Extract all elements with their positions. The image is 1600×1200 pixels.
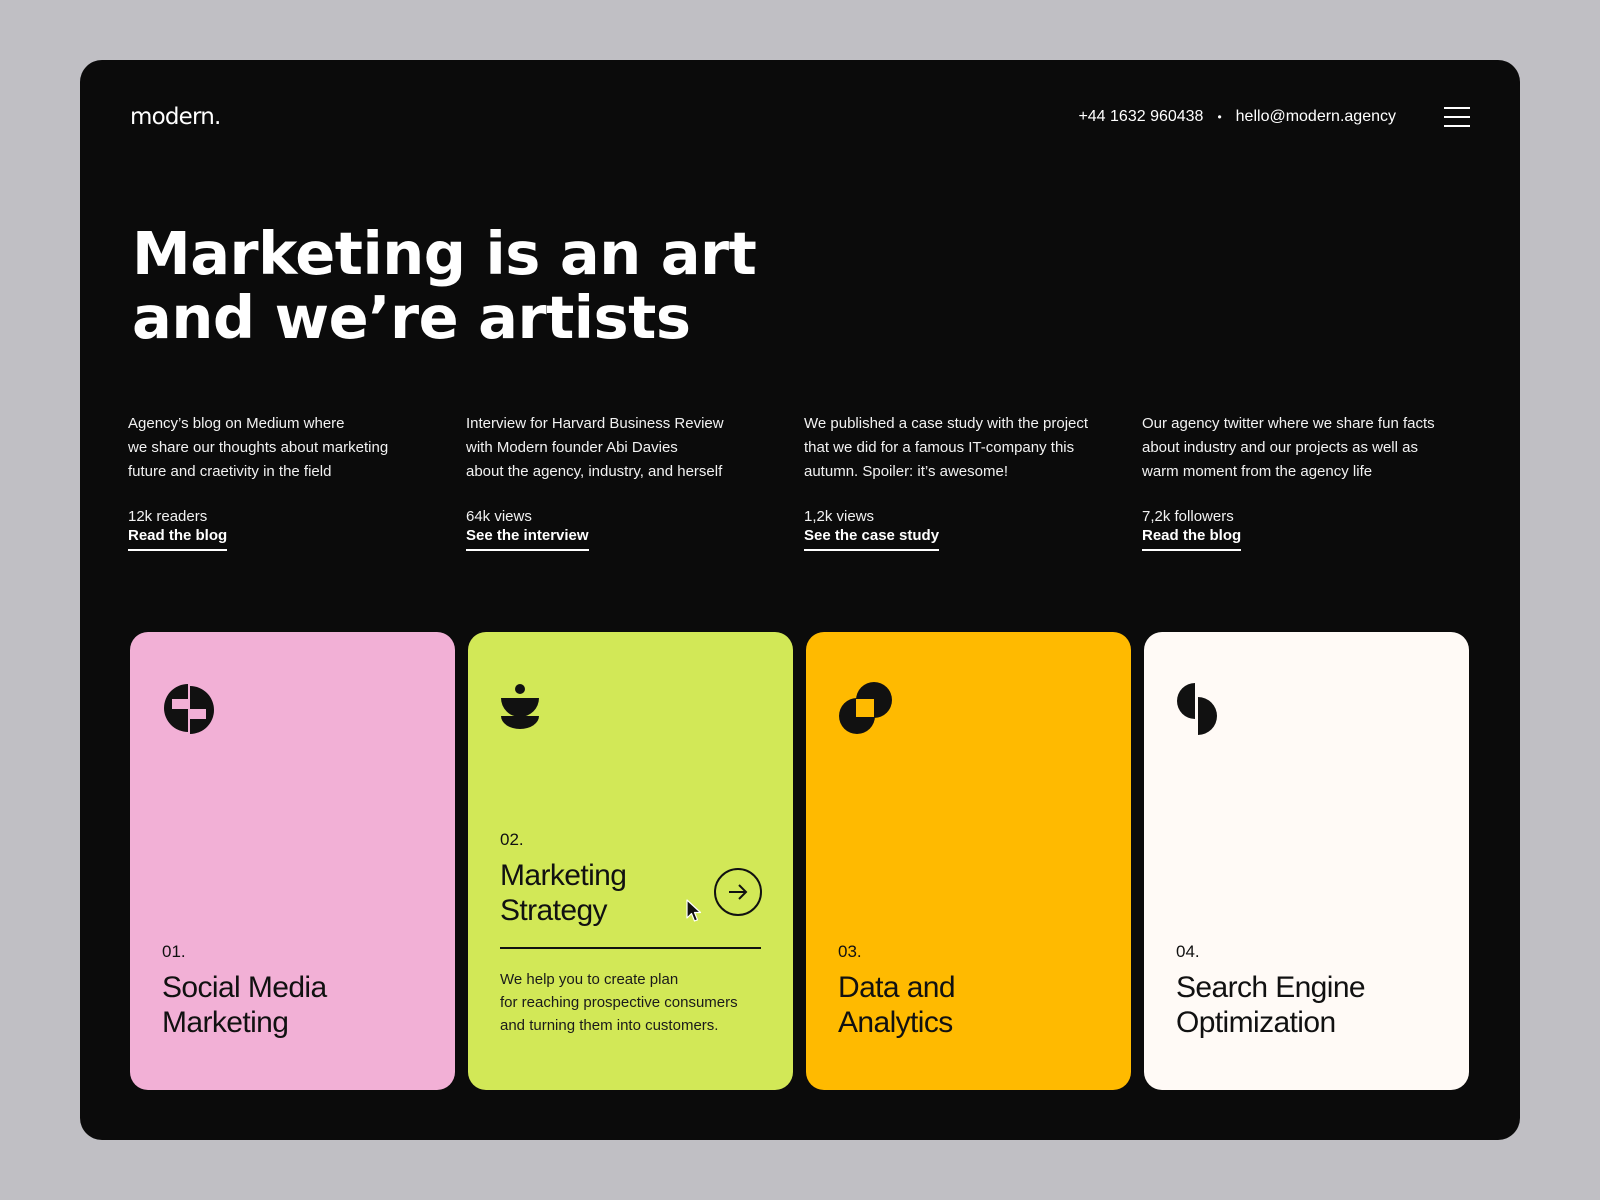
media-stat: 64k views — [466, 508, 532, 525]
service-number: 02. — [500, 830, 524, 849]
see-the-interview-link[interactable]: See the interview — [466, 527, 589, 551]
media-item-medium-blog: Agency’s blog on Medium where we share o… — [128, 412, 448, 551]
service-card-social-media[interactable]: 01. Social Media Marketing — [130, 632, 455, 1090]
service-description: We help you to create plan for reaching … — [500, 968, 738, 1037]
page-frame: modern. +44 1632 960438 • hello@modern.a… — [80, 60, 1520, 1140]
media-description: We published a case study with the proje… — [804, 412, 1124, 484]
service-card-seo[interactable]: 04. Search Engine Optimization — [1144, 632, 1469, 1090]
media-description-line: autumn. Spoiler: it’s awesome! — [804, 463, 1008, 480]
hamburger-menu-icon[interactable] — [1444, 107, 1470, 129]
logo[interactable]: modern. — [130, 104, 221, 130]
media-description-line: Agency’s blog on Medium where — [128, 415, 345, 432]
media-description: Our agency twitter where we share fun fa… — [1142, 412, 1462, 484]
media-item-twitter: Our agency twitter where we share fun fa… — [1142, 412, 1462, 551]
contact-separator: • — [1217, 110, 1222, 124]
service-card-marketing-strategy[interactable]: 02. Marketing Strategy We help you to cr… — [468, 632, 793, 1090]
media-description-line: Interview for Harvard Business Review — [466, 415, 724, 432]
service-number: 01. — [162, 942, 186, 961]
split-circle-icon — [1177, 683, 1217, 735]
service-title: Social Media Marketing — [162, 970, 327, 1040]
media-description-line: we share our thoughts about marketing — [128, 439, 389, 456]
service-title-line: Analytics — [838, 1006, 953, 1039]
media-description-line: that we did for a famous IT-company this — [804, 439, 1075, 456]
media-description-line: We published a case study with the proje… — [804, 415, 1089, 432]
media-description-line: warm moment from the agency life — [1142, 463, 1373, 480]
headline-line-1: Marketing is an art — [132, 219, 757, 288]
service-description-line: We help you to create plan — [500, 971, 679, 988]
service-title-line: Search Engine — [1176, 971, 1366, 1004]
media-description-line: about the agency, industry, and herself — [466, 463, 723, 480]
media-description-line: Our agency twitter where we share fun fa… — [1142, 415, 1435, 432]
service-title-line: Data and — [838, 971, 956, 1004]
page-headline: Marketing is an art and we’re artists — [132, 219, 757, 352]
service-title: Search Engine Optimization — [1176, 970, 1366, 1040]
media-stat: 12k readers — [128, 508, 208, 525]
service-number: 04. — [1176, 942, 1200, 961]
media-stat: 7,2k followers — [1142, 508, 1234, 525]
pinwheel-icon — [164, 684, 214, 734]
stacked-bowls-icon — [501, 684, 539, 729]
service-title-line: Social Media — [162, 971, 327, 1004]
service-description-line: and turning them into customers. — [500, 1017, 719, 1034]
media-description: Agency’s blog on Medium where we share o… — [128, 412, 448, 484]
mouse-pointer-icon — [686, 899, 702, 922]
headline-line-2: and we’re artists — [132, 283, 691, 352]
service-title-line: Optimization — [1176, 1006, 1336, 1039]
service-title-line: Strategy — [500, 894, 608, 927]
read-the-blog-link[interactable]: Read the blog — [1142, 527, 1242, 551]
media-stat: 1,2k views — [804, 508, 875, 525]
overlapping-circles-icon — [839, 682, 892, 734]
media-description-line: about industry and our projects as well … — [1142, 439, 1418, 456]
header-contacts: +44 1632 960438 • hello@modern.agency — [1078, 108, 1396, 126]
service-description-line: for reaching prospective consumers — [500, 994, 738, 1011]
read-the-blog-link[interactable]: Read the blog — [128, 527, 228, 551]
media-description: Interview for Harvard Business Review wi… — [466, 412, 786, 484]
service-title: Marketing Strategy — [500, 858, 627, 928]
service-card-data-analytics[interactable]: 03. Data and Analytics — [806, 632, 1131, 1090]
service-title-line: Marketing — [500, 859, 627, 892]
arrow-right-icon[interactable] — [714, 868, 762, 916]
phone-link[interactable]: +44 1632 960438 — [1078, 108, 1203, 126]
service-title-line: Marketing — [162, 1006, 289, 1039]
media-item-case-study: We published a case study with the proje… — [804, 412, 1124, 551]
email-link[interactable]: hello@modern.agency — [1236, 108, 1396, 126]
media-description-line: with Modern founder Abi Davies — [466, 439, 678, 456]
media-description-line: future and craetivity in the field — [128, 463, 332, 480]
card-divider — [500, 947, 761, 949]
media-item-hbr-interview: Interview for Harvard Business Review wi… — [466, 412, 786, 551]
service-number: 03. — [838, 942, 862, 961]
see-the-case-study-link[interactable]: See the case study — [804, 527, 940, 551]
service-title: Data and Analytics — [838, 970, 956, 1040]
